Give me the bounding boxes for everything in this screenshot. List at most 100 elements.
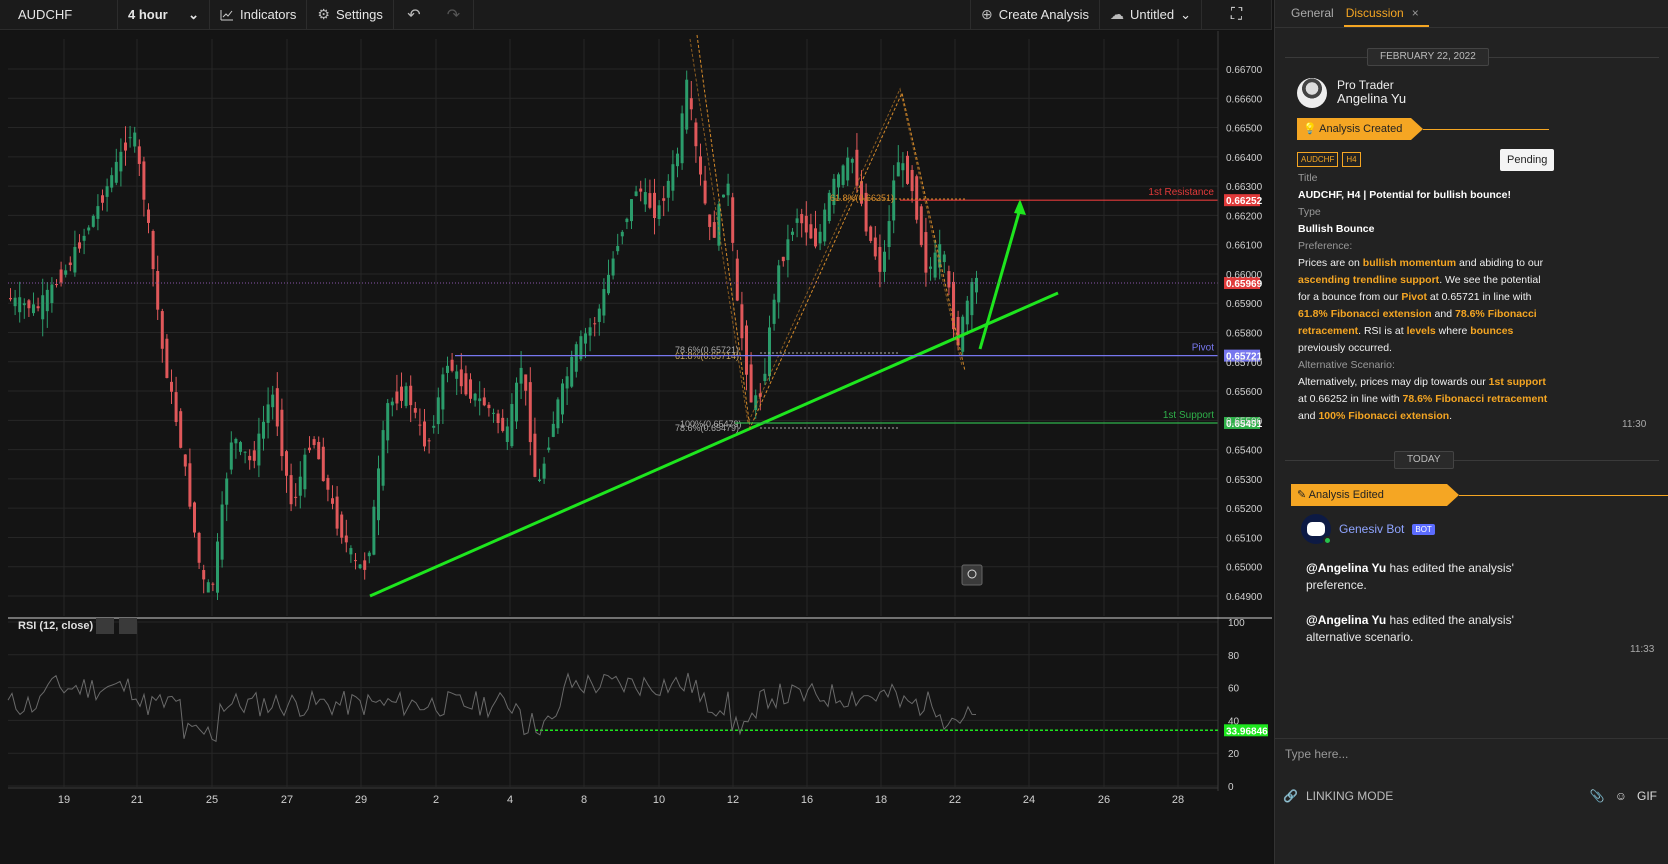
rsi-settings-button (96, 618, 114, 634)
candle-body (459, 369, 463, 387)
mention[interactable]: @Angelina Yu (1306, 613, 1386, 627)
candle-body (482, 397, 486, 406)
candle-body (234, 438, 238, 444)
title-value: AUDCHF, H4 | Potential for bullish bounc… (1298, 189, 1511, 201)
layout-dropdown[interactable]: ☁ Untitled ⌄ (1100, 0, 1202, 30)
candle-body (312, 439, 316, 446)
bot-avatar[interactable] (1301, 514, 1332, 545)
date-tick-label: 22 (949, 794, 961, 806)
candle-body (850, 158, 854, 163)
candle-body (331, 498, 334, 504)
candle-body (768, 327, 771, 377)
candle-body (933, 252, 937, 278)
candle-body (551, 423, 555, 437)
symbol-label: AUDCHF (18, 7, 73, 22)
indicators-button[interactable]: Indicators (210, 0, 308, 30)
candle-body (197, 532, 201, 563)
candle-body (547, 447, 551, 451)
rsi-title: RSI (12, close) (18, 620, 94, 632)
candle-body (814, 228, 817, 247)
candle-body (436, 397, 440, 425)
candle-body (400, 386, 403, 401)
candle-body (772, 299, 776, 324)
settings-button[interactable]: ⚙ Settings (307, 0, 394, 30)
candle-body (763, 373, 767, 382)
undo-button[interactable]: ↶ (394, 0, 434, 30)
bot-name[interactable]: Genesiv Bot (1339, 522, 1404, 536)
candle-body (924, 232, 928, 273)
candle-body (528, 382, 532, 443)
message-input[interactable] (1275, 739, 1668, 769)
chart-area[interactable]: 61.8%(0.66251) 78.6%(0.65721) 61.8%(0.6571… (0, 31, 1272, 864)
date-separator: FEBRUARY 22, 2022 (1275, 48, 1668, 66)
candle-body (367, 552, 371, 557)
title-label: Title (1298, 172, 1318, 184)
plus-circle-icon: ⊕ (980, 6, 993, 22)
candle-body (501, 417, 505, 431)
candle-body (510, 404, 514, 447)
candle-body (308, 447, 311, 451)
arrow-head (1014, 199, 1026, 215)
candle-body (298, 476, 302, 496)
price-tick-label: 0.65700 (1226, 358, 1263, 369)
mention[interactable]: @Angelina Yu (1306, 561, 1386, 575)
create-analysis-button[interactable]: ⊕ Create Analysis (971, 0, 1101, 30)
candle-body (662, 198, 666, 201)
rsi-tick-label: 100 (1228, 618, 1245, 629)
candle-body (878, 247, 882, 272)
candle-body (239, 442, 242, 452)
candle-body (271, 394, 275, 408)
close-icon[interactable]: × (1412, 6, 1419, 20)
candle-body (565, 376, 569, 389)
candle-body (496, 413, 500, 424)
gif-button[interactable]: GIF (1637, 789, 1657, 803)
candle-body (252, 450, 256, 461)
candle-body (515, 382, 518, 422)
candle-body (533, 433, 537, 477)
candle-body (735, 258, 739, 301)
candle-body (689, 98, 693, 110)
candle-body (404, 386, 408, 406)
date-tick-label: 19 (58, 794, 70, 806)
divider (1285, 460, 1659, 461)
alt-scenario-label: Alternative Scenario: (1298, 359, 1395, 371)
author-name[interactable]: Angelina Yu (1337, 92, 1406, 106)
rsi-tick-label: 0 (1228, 782, 1234, 793)
candle-body (73, 246, 77, 273)
linking-mode-toggle[interactable]: 🔗 LINKING MODE (1283, 789, 1393, 803)
tab-general[interactable]: General (1289, 6, 1344, 27)
candle-body (791, 231, 794, 235)
candle-body (607, 274, 610, 294)
candle-body (492, 412, 495, 414)
create-analysis-label: Create Analysis (998, 7, 1090, 22)
avatar[interactable] (1297, 78, 1327, 108)
link-icon: 🔗 (1283, 789, 1298, 803)
interval-dropdown[interactable]: 4 hour ⌄ (118, 0, 210, 30)
attachment-icon[interactable]: 📎 (1590, 789, 1605, 803)
candle-body (354, 560, 357, 562)
rsi-tick-label: 80 (1228, 651, 1240, 662)
level-price-label: 0.66252 (1226, 196, 1263, 207)
symbol-selector[interactable]: AUDCHF (0, 0, 118, 30)
candle-body (257, 433, 261, 466)
chart-canvas[interactable]: 61.8%(0.66251)78.6%(0.65721)61.8%(0.6571… (0, 31, 1272, 864)
preference-label: Preference: (1298, 240, 1353, 252)
chevron-down-icon: ⌄ (1180, 6, 1191, 22)
emoji-icon[interactable]: ☺ (1615, 789, 1627, 803)
candle-body (170, 381, 173, 392)
candle-body (657, 205, 661, 220)
candle-body (101, 195, 104, 203)
candle-body (846, 157, 850, 181)
candle-body (174, 392, 178, 423)
tag-timeframe: H4 (1342, 152, 1361, 167)
analysis-edited-banner: ✎ Analysis Edited (1291, 484, 1459, 506)
date-tick-label: 21 (131, 794, 143, 806)
candle-body (91, 215, 95, 227)
price-tick-label: 0.66500 (1226, 124, 1263, 135)
candle-body (395, 391, 399, 404)
fullscreen-button[interactable]: ⛶ (1202, 0, 1272, 30)
candle-body (335, 496, 339, 529)
redo-button[interactable]: ↷ (434, 0, 474, 30)
candle-body (289, 475, 293, 505)
tab-discussion[interactable]: Discussion × (1343, 6, 1429, 27)
